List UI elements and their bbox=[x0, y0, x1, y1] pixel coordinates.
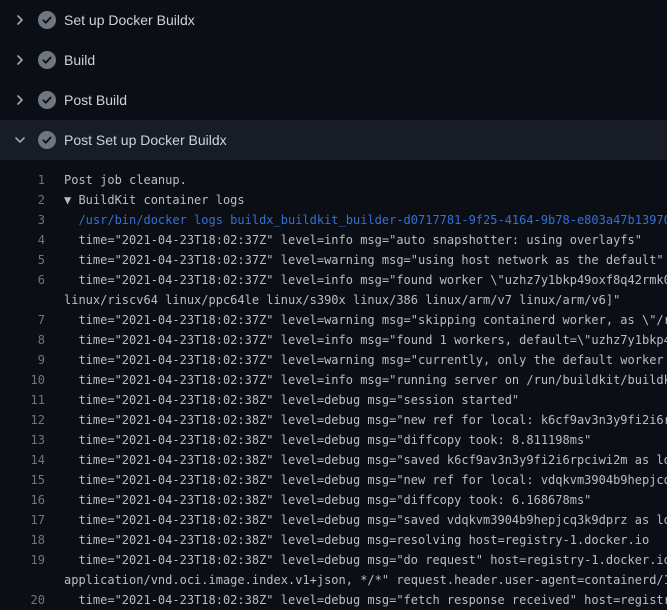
log-line: linux/riscv64 linux/ppc64le linux/s390x … bbox=[0, 290, 667, 310]
chevron-down-icon[interactable] bbox=[12, 132, 28, 148]
step-header-set-up-docker-buildx[interactable]: Set up Docker Buildx bbox=[0, 0, 667, 40]
line-number[interactable]: 17 bbox=[0, 510, 45, 530]
line-number[interactable]: 7 bbox=[0, 310, 45, 330]
log-line-text: time="2021-04-23T18:02:38Z" level=debug … bbox=[45, 410, 667, 430]
log-line-group-header: 2▼ BuildKit container logs bbox=[0, 190, 667, 210]
log-line-text: time="2021-04-23T18:02:37Z" level=info m… bbox=[45, 270, 667, 290]
line-number[interactable]: 11 bbox=[0, 390, 45, 410]
log-line: 11 time="2021-04-23T18:02:38Z" level=deb… bbox=[0, 390, 667, 410]
log-line: 1Post job cleanup. bbox=[0, 170, 667, 190]
line-number[interactable]: 12 bbox=[0, 410, 45, 430]
chevron-right-icon[interactable] bbox=[12, 12, 28, 28]
log-line: 13 time="2021-04-23T18:02:38Z" level=deb… bbox=[0, 430, 667, 450]
log-line-command: 3 /usr/bin/docker logs buildx_buildkit_b… bbox=[0, 210, 667, 230]
line-number[interactable]: 1 bbox=[0, 170, 45, 190]
log-line: 7 time="2021-04-23T18:02:37Z" level=warn… bbox=[0, 310, 667, 330]
line-number bbox=[0, 290, 45, 310]
log-line-text: time="2021-04-23T18:02:38Z" level=debug … bbox=[45, 390, 519, 410]
log-line-text: linux/riscv64 linux/ppc64le linux/s390x … bbox=[45, 290, 620, 310]
log-line-text: time="2021-04-23T18:02:37Z" level=warnin… bbox=[45, 310, 667, 330]
line-number[interactable]: 13 bbox=[0, 430, 45, 450]
log-line-text: time="2021-04-23T18:02:38Z" level=debug … bbox=[45, 470, 667, 490]
workflow-steps-list: Set up Docker Buildx Build Post Build Post … bbox=[0, 0, 667, 160]
step-label: Post Set up Docker Buildx bbox=[64, 130, 227, 150]
line-number[interactable]: 10 bbox=[0, 370, 45, 390]
log-line: 20 time="2021-04-23T18:02:38Z" level=deb… bbox=[0, 590, 667, 610]
log-line: 16 time="2021-04-23T18:02:38Z" level=deb… bbox=[0, 490, 667, 510]
step-label: Post Build bbox=[64, 90, 127, 110]
log-line-text: time="2021-04-23T18:02:37Z" level=warnin… bbox=[45, 350, 667, 370]
line-number[interactable]: 4 bbox=[0, 230, 45, 250]
log-line: 9 time="2021-04-23T18:02:37Z" level=warn… bbox=[0, 350, 667, 370]
log-line: 18 time="2021-04-23T18:02:38Z" level=deb… bbox=[0, 530, 667, 550]
line-number[interactable]: 16 bbox=[0, 490, 45, 510]
step-label: Set up Docker Buildx bbox=[64, 10, 195, 30]
step-header-build[interactable]: Build bbox=[0, 40, 667, 80]
log-line: 6 time="2021-04-23T18:02:37Z" level=info… bbox=[0, 270, 667, 290]
step-success-check-icon bbox=[38, 91, 56, 109]
line-number[interactable]: 18 bbox=[0, 530, 45, 550]
line-number[interactable]: 15 bbox=[0, 470, 45, 490]
log-line: 5 time="2021-04-23T18:02:37Z" level=warn… bbox=[0, 250, 667, 270]
step-label: Build bbox=[64, 50, 95, 70]
log-lines: 1Post job cleanup.2▼ BuildKit container … bbox=[0, 160, 667, 610]
collapse-triangle-icon[interactable]: ▼ bbox=[64, 193, 78, 207]
log-line-text: time="2021-04-23T18:02:38Z" level=debug … bbox=[45, 550, 667, 570]
chevron-right-icon[interactable] bbox=[12, 92, 28, 108]
step-success-check-icon bbox=[38, 11, 56, 29]
log-line-text: time="2021-04-23T18:02:37Z" level=info m… bbox=[45, 330, 667, 350]
log-line-text: /usr/bin/docker logs buildx_buildkit_bui… bbox=[45, 210, 667, 230]
line-number[interactable]: 2 bbox=[0, 190, 45, 210]
log-line-text: time="2021-04-23T18:02:38Z" level=debug … bbox=[45, 490, 591, 510]
line-number bbox=[0, 570, 45, 590]
step-success-check-icon bbox=[38, 131, 56, 149]
line-number[interactable]: 3 bbox=[0, 210, 45, 230]
step-success-check-icon bbox=[38, 51, 56, 69]
line-number[interactable]: 6 bbox=[0, 270, 45, 290]
log-line-text: time="2021-04-23T18:02:38Z" level=debug … bbox=[45, 430, 591, 450]
log-line: 15 time="2021-04-23T18:02:38Z" level=deb… bbox=[0, 470, 667, 490]
log-line-text: time="2021-04-23T18:02:37Z" level=warnin… bbox=[45, 250, 664, 270]
log-line: 19 time="2021-04-23T18:02:38Z" level=deb… bbox=[0, 550, 667, 570]
line-number[interactable]: 14 bbox=[0, 450, 45, 470]
log-line-text: time="2021-04-23T18:02:37Z" level=info m… bbox=[45, 230, 642, 250]
log-line-text: time="2021-04-23T18:02:38Z" level=debug … bbox=[45, 450, 667, 470]
line-number[interactable]: 8 bbox=[0, 330, 45, 350]
log-line-text: time="2021-04-23T18:02:38Z" level=debug … bbox=[45, 590, 667, 610]
line-number[interactable]: 9 bbox=[0, 350, 45, 370]
line-number[interactable]: 19 bbox=[0, 550, 45, 570]
log-line-text: time="2021-04-23T18:02:37Z" level=info m… bbox=[45, 370, 667, 390]
log-line: 14 time="2021-04-23T18:02:38Z" level=deb… bbox=[0, 450, 667, 470]
log-line: 12 time="2021-04-23T18:02:38Z" level=deb… bbox=[0, 410, 667, 430]
log-line-text: Post job cleanup. bbox=[45, 170, 187, 190]
log-line: 8 time="2021-04-23T18:02:37Z" level=info… bbox=[0, 330, 667, 350]
log-line-text[interactable]: ▼ BuildKit container logs bbox=[45, 190, 245, 210]
step-header-post-build[interactable]: Post Build bbox=[0, 80, 667, 120]
log-line-text: time="2021-04-23T18:02:38Z" level=debug … bbox=[45, 530, 649, 550]
group-title-text: BuildKit container logs bbox=[78, 193, 244, 207]
log-line: 17 time="2021-04-23T18:02:38Z" level=deb… bbox=[0, 510, 667, 530]
log-line: 10 time="2021-04-23T18:02:37Z" level=inf… bbox=[0, 370, 667, 390]
step-header-post-set-up-docker-buildx[interactable]: Post Set up Docker Buildx bbox=[0, 120, 667, 160]
line-number[interactable]: 5 bbox=[0, 250, 45, 270]
log-line-text: time="2021-04-23T18:02:38Z" level=debug … bbox=[45, 510, 667, 530]
log-line: application/vnd.oci.image.index.v1+json,… bbox=[0, 570, 667, 590]
log-line-text: application/vnd.oci.image.index.v1+json,… bbox=[45, 570, 667, 590]
log-line: 4 time="2021-04-23T18:02:37Z" level=info… bbox=[0, 230, 667, 250]
line-number[interactable]: 20 bbox=[0, 590, 45, 610]
chevron-right-icon[interactable] bbox=[12, 52, 28, 68]
